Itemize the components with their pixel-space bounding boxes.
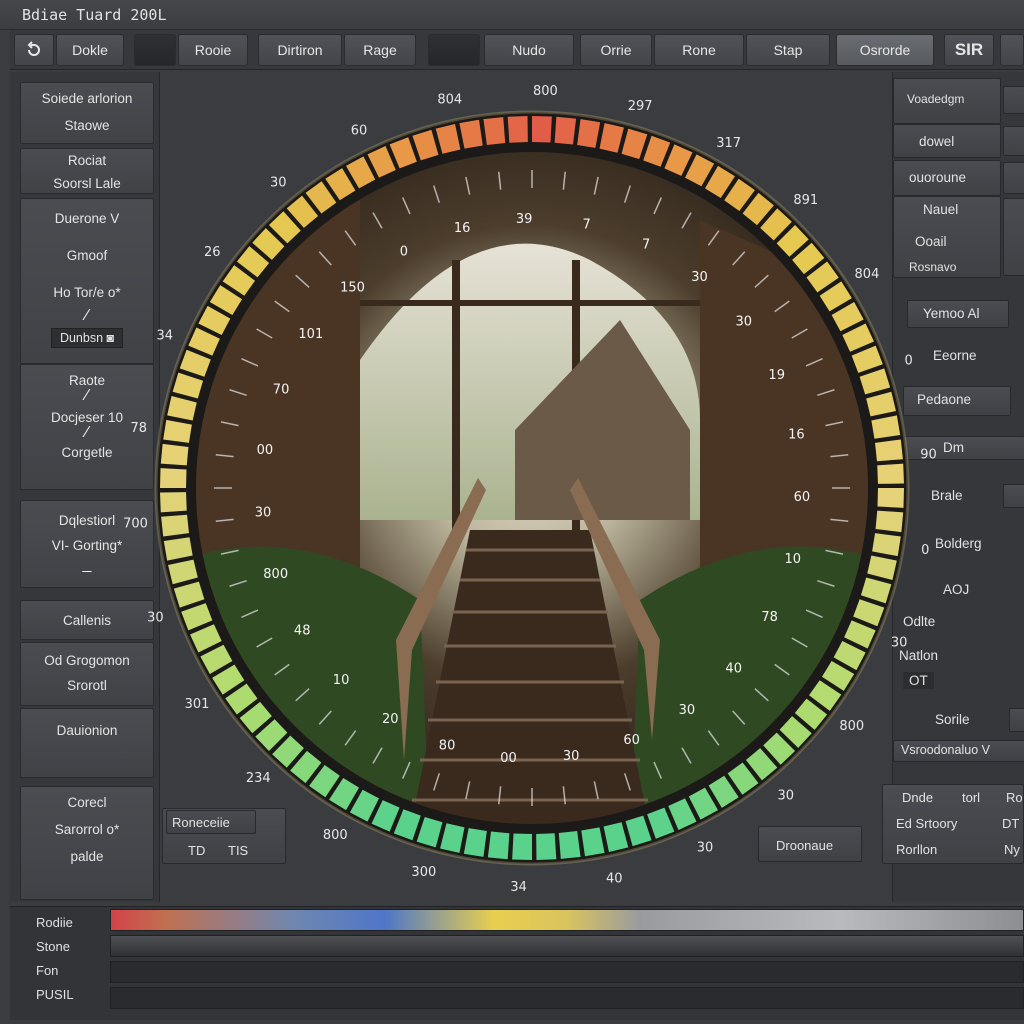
scale-label: 317 — [716, 136, 741, 151]
empty-track-1[interactable] — [110, 961, 1024, 983]
scale-label: 60 — [794, 490, 811, 505]
bottom-label-4: PUSIL — [36, 987, 74, 1002]
scale-label: 300 — [411, 865, 436, 880]
scale-label: 48 — [294, 624, 311, 639]
scale-label: 30 — [147, 611, 164, 626]
scale-label: 800 — [263, 567, 288, 582]
ring-segment — [160, 468, 187, 488]
scale-label: 804 — [855, 267, 880, 282]
ring-segment — [512, 833, 532, 860]
scale-label: 30 — [778, 789, 795, 804]
scale-label: 26 — [204, 245, 221, 260]
scale-label: 101 — [298, 327, 323, 342]
scale-label: 19 — [768, 368, 785, 383]
ring-segment — [160, 443, 189, 466]
ring-segment — [554, 116, 577, 145]
bottom-label-1: Rodiie — [36, 915, 73, 930]
scale-label: 16 — [454, 221, 471, 236]
scale-label: 301 — [185, 697, 210, 712]
ring-segment — [877, 463, 904, 484]
scale-label: 00 — [257, 443, 274, 458]
scale-label: 78 — [761, 610, 778, 625]
scale-label: 30 — [691, 270, 708, 285]
scale-label: 16 — [788, 427, 805, 442]
scale-label: 297 — [628, 99, 653, 114]
scale-label: 70 — [273, 382, 290, 397]
empty-track-2[interactable] — [110, 987, 1024, 1009]
scale-label: 10 — [785, 552, 802, 567]
color-timeline-track[interactable] — [110, 909, 1024, 931]
bottom-bar: Rodiie Stone Fon PUSIL — [10, 906, 1024, 1020]
scale-label: 0 — [921, 543, 929, 558]
scale-label: 7 — [642, 237, 650, 252]
ring-segment — [877, 488, 904, 508]
scale-label: 30 — [563, 749, 580, 764]
scale-label: 150 — [340, 280, 365, 295]
scale-label: 800 — [533, 84, 558, 99]
ring-segment — [558, 831, 581, 859]
ring-segment — [483, 117, 506, 145]
bottom-label-3: Fon — [36, 963, 59, 978]
scale-label: 800 — [323, 828, 348, 843]
scale-label: 90 — [920, 447, 937, 462]
scale-label: 39 — [516, 212, 533, 227]
progress-track[interactable] — [110, 935, 1024, 957]
scale-label: 60 — [351, 124, 368, 139]
scale-label: 34 — [157, 328, 174, 343]
scale-label: 30 — [736, 315, 753, 330]
scale-label: 0 — [400, 244, 408, 259]
scale-label: 34 — [510, 880, 527, 895]
scale-label: 7 — [582, 218, 590, 233]
scale-label: 20 — [382, 712, 399, 727]
dial-area: 700 78 34 26 30 60 804 800 297 317 891 804 0 90 0 30 800… — [0, 0, 1024, 1024]
bottom-label-2: Stone — [36, 939, 70, 954]
ring-segment — [875, 439, 903, 462]
ring-segment — [875, 510, 904, 533]
scale-label: 234 — [246, 771, 271, 786]
scale-label: 60 — [623, 733, 640, 748]
scale-label: 30 — [255, 506, 272, 521]
ring-segment — [160, 492, 187, 513]
ring-segment — [536, 833, 557, 860]
ring-segment — [487, 831, 510, 860]
scale-label: 80 — [439, 738, 456, 753]
scale-label: 30 — [891, 636, 908, 651]
scale-label: 00 — [500, 751, 517, 766]
gauge-dial[interactable]: 7007834263060804800297317891804090030800… — [0, 0, 1024, 1024]
scale-label: 30 — [697, 840, 714, 855]
ring-segment — [532, 116, 552, 143]
scale-label: 804 — [437, 93, 462, 108]
scale-label: 10 — [333, 673, 350, 688]
scale-label: 78 — [130, 421, 147, 436]
scale-label: 891 — [793, 193, 818, 208]
scale-label: 800 — [839, 719, 864, 734]
scale-label: 30 — [679, 703, 696, 718]
scale-label: 0 — [905, 353, 913, 368]
ring-segment — [161, 514, 189, 537]
scale-label: 30 — [270, 175, 287, 190]
scale-label: 700 — [123, 517, 148, 532]
scale-label: 40 — [725, 661, 742, 676]
ring-segment — [507, 116, 528, 143]
scale-label: 40 — [606, 871, 623, 886]
